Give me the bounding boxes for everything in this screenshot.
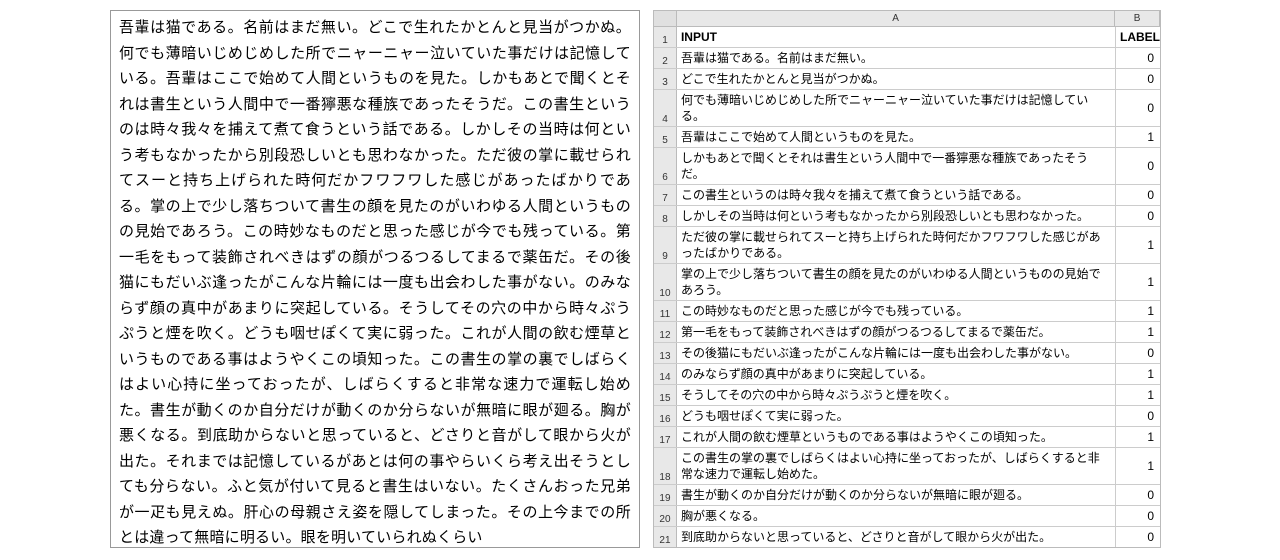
header-cell-input[interactable]: INPUT <box>677 27 1116 47</box>
cell-input[interactable]: その後猫にもだいぶ逢ったがこんな片輪には一度も出会わした事がない。 <box>677 343 1116 363</box>
row-number[interactable]: 1 <box>654 27 677 47</box>
col-header-B[interactable]: B <box>1115 11 1160 27</box>
rows-container: 1INPUTLABEL2吾輩は猫である。名前はまだ無い。03どこで生れたかとんと… <box>654 27 1160 547</box>
row-number[interactable]: 19 <box>654 485 677 505</box>
table-row: 5吾輩はここで始めて人間というものを見た。1 <box>654 127 1160 148</box>
table-row: 14のみならず顔の真中があまりに突起している。1 <box>654 364 1160 385</box>
table-row: 16どうも咽せぽくて実に弱った。0 <box>654 406 1160 427</box>
row-number[interactable]: 5 <box>654 127 677 147</box>
cell-input[interactable]: 第一毛をもって装飾されべきはずの顔がつるつるしてまるで薬缶だ。 <box>677 322 1116 342</box>
row-number[interactable]: 18 <box>654 448 677 484</box>
table-row: 3どこで生れたかとんと見当がつかぬ。0 <box>654 69 1160 90</box>
row-number[interactable]: 14 <box>654 364 677 384</box>
column-header-row: A B <box>654 11 1160 27</box>
row-number[interactable]: 2 <box>654 48 677 68</box>
cell-input[interactable]: 吾輩はここで始めて人間というものを見た。 <box>677 127 1116 147</box>
row-number[interactable]: 13 <box>654 343 677 363</box>
select-all-corner[interactable] <box>654 11 677 27</box>
table-row: 12第一毛をもって装飾されべきはずの顔がつるつるしてまるで薬缶だ。1 <box>654 322 1160 343</box>
stage: 吾輩は猫である。名前はまだ無い。どこで生れたかとんと見当がつかぬ。何でも薄暗いじ… <box>0 0 1280 560</box>
table-row: 2吾輩は猫である。名前はまだ無い。0 <box>654 48 1160 69</box>
cell-label[interactable]: 0 <box>1116 485 1160 505</box>
row-number[interactable]: 15 <box>654 385 677 405</box>
table-row: 20胸が悪くなる。0 <box>654 506 1160 527</box>
table-row: 10掌の上で少し落ちついて書生の顔を見たのがいわゆる人間というものの見始であろう… <box>654 264 1160 301</box>
row-number[interactable]: 12 <box>654 322 677 342</box>
col-header-A[interactable]: A <box>677 11 1115 27</box>
cell-input[interactable]: 胸が悪くなる。 <box>677 506 1116 526</box>
cell-input[interactable]: どうも咽せぽくて実に弱った。 <box>677 406 1116 426</box>
row-number[interactable]: 3 <box>654 69 677 89</box>
row-number[interactable]: 17 <box>654 427 677 447</box>
row-number[interactable]: 10 <box>654 264 677 300</box>
cell-label[interactable]: 0 <box>1116 406 1160 426</box>
cell-input[interactable]: 到底助からないと思っていると、どさりと音がして眼から火が出た。 <box>677 527 1116 547</box>
cell-input[interactable]: どこで生れたかとんと見当がつかぬ。 <box>677 69 1116 89</box>
cell-label[interactable]: 0 <box>1116 148 1160 184</box>
cell-label[interactable]: 1 <box>1116 385 1160 405</box>
table-row: 13その後猫にもだいぶ逢ったがこんな片輪には一度も出会わした事がない。0 <box>654 343 1160 364</box>
cell-input[interactable]: これが人間の飲む煙草というものである事はようやくこの頃知った。 <box>677 427 1116 447</box>
row-number[interactable]: 21 <box>654 527 677 547</box>
cell-input[interactable]: 掌の上で少し落ちついて書生の顔を見たのがいわゆる人間というものの見始であろう。 <box>677 264 1116 300</box>
cell-input[interactable]: この書生の掌の裏でしばらくはよい心持に坐っておったが、しばらくすると非常な速力で… <box>677 448 1116 484</box>
cell-label[interactable]: 1 <box>1116 227 1160 263</box>
table-row: 19書生が動くのか自分だけが動くのか分らないが無暗に眼が廻る。0 <box>654 485 1160 506</box>
row-number[interactable]: 11 <box>654 301 677 321</box>
table-row: 7この書生というのは時々我々を捕えて煮て食うという話である。0 <box>654 185 1160 206</box>
cell-label[interactable]: 1 <box>1116 364 1160 384</box>
table-row: 4何でも薄暗いじめじめした所でニャーニャー泣いていた事だけは記憶している。0 <box>654 90 1160 127</box>
cell-input[interactable]: しかしその当時は何という考もなかったから別段恐しいとも思わなかった。 <box>677 206 1116 226</box>
cell-label[interactable]: 1 <box>1116 448 1160 484</box>
cell-label[interactable]: 0 <box>1116 206 1160 226</box>
spreadsheet[interactable]: A B 1INPUTLABEL2吾輩は猫である。名前はまだ無い。03どこで生れた… <box>653 10 1161 548</box>
table-row: 6しかもあとで聞くとそれは書生という人間中で一番獰悪な種族であったそうだ。0 <box>654 148 1160 185</box>
table-row: 21到底助からないと思っていると、どさりと音がして眼から火が出た。0 <box>654 527 1160 547</box>
cell-input[interactable]: ただ彼の掌に載せられてスーと持ち上げられた時何だかフワフワした感じがあったばかり… <box>677 227 1116 263</box>
cell-label[interactable]: 1 <box>1116 322 1160 342</box>
cell-input[interactable]: 書生が動くのか自分だけが動くのか分らないが無暗に眼が廻る。 <box>677 485 1116 505</box>
source-text: 吾輩は猫である。名前はまだ無い。どこで生れたかとんと見当がつかぬ。何でも薄暗いじ… <box>119 19 631 546</box>
row-number[interactable]: 4 <box>654 90 677 126</box>
cell-label[interactable]: 0 <box>1116 343 1160 363</box>
cell-label[interactable]: 0 <box>1116 527 1160 547</box>
table-row: 8しかしその当時は何という考もなかったから別段恐しいとも思わなかった。0 <box>654 206 1160 227</box>
cell-label[interactable]: 1 <box>1116 264 1160 300</box>
table-row: 15そうしてその穴の中から時々ぷうぷうと煙を吹く。1 <box>654 385 1160 406</box>
cell-label[interactable]: 0 <box>1116 69 1160 89</box>
row-number[interactable]: 9 <box>654 227 677 263</box>
cell-input[interactable]: 何でも薄暗いじめじめした所でニャーニャー泣いていた事だけは記憶している。 <box>677 90 1116 126</box>
row-number[interactable]: 20 <box>654 506 677 526</box>
cell-label[interactable]: 0 <box>1116 506 1160 526</box>
cell-label[interactable]: 1 <box>1116 301 1160 321</box>
cell-label[interactable]: 1 <box>1116 427 1160 447</box>
row-number[interactable]: 8 <box>654 206 677 226</box>
row-number[interactable]: 7 <box>654 185 677 205</box>
cell-input[interactable]: のみならず顔の真中があまりに突起している。 <box>677 364 1116 384</box>
source-text-panel: 吾輩は猫である。名前はまだ無い。どこで生れたかとんと見当がつかぬ。何でも薄暗いじ… <box>110 10 640 548</box>
cell-input[interactable]: この書生というのは時々我々を捕えて煮て食うという話である。 <box>677 185 1116 205</box>
table-row: 11この時妙なものだと思った感じが今でも残っている。1 <box>654 301 1160 322</box>
cell-label[interactable]: 0 <box>1116 185 1160 205</box>
row-number[interactable]: 6 <box>654 148 677 184</box>
row-number[interactable]: 16 <box>654 406 677 426</box>
header-cell-label[interactable]: LABEL <box>1116 27 1160 47</box>
table-row: 9ただ彼の掌に載せられてスーと持ち上げられた時何だかフワフワした感じがあったばか… <box>654 227 1160 264</box>
cell-input[interactable]: 吾輩は猫である。名前はまだ無い。 <box>677 48 1116 68</box>
table-header-row: 1INPUTLABEL <box>654 27 1160 48</box>
cell-label[interactable]: 1 <box>1116 127 1160 147</box>
cell-label[interactable]: 0 <box>1116 48 1160 68</box>
cell-label[interactable]: 0 <box>1116 90 1160 126</box>
cell-input[interactable]: この時妙なものだと思った感じが今でも残っている。 <box>677 301 1116 321</box>
table-row: 18この書生の掌の裏でしばらくはよい心持に坐っておったが、しばらくすると非常な速… <box>654 448 1160 485</box>
table-row: 17これが人間の飲む煙草というものである事はようやくこの頃知った。1 <box>654 427 1160 448</box>
cell-input[interactable]: そうしてその穴の中から時々ぷうぷうと煙を吹く。 <box>677 385 1116 405</box>
cell-input[interactable]: しかもあとで聞くとそれは書生という人間中で一番獰悪な種族であったそうだ。 <box>677 148 1116 184</box>
